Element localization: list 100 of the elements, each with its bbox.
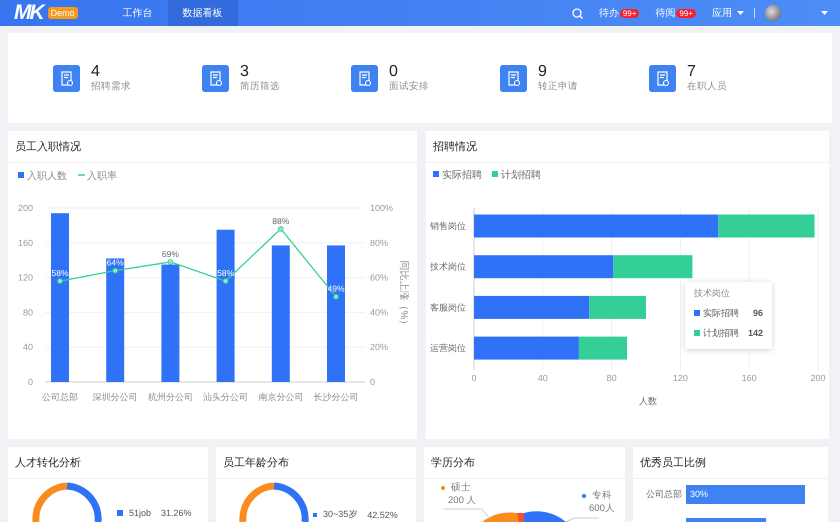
stat-label: 简历筛选 <box>240 80 280 92</box>
axis-category-label: 运营岗位 <box>430 343 466 354</box>
stat-label: 在职人员 <box>687 80 727 92</box>
axis-tick-label: 60% <box>370 272 388 283</box>
stat-value: 3 <box>240 64 250 80</box>
panel-title: 员工入职情况 <box>15 140 81 154</box>
data-point <box>278 226 284 232</box>
axis-title: 人数 <box>639 396 657 406</box>
axis-tick-label: 100% <box>370 203 394 213</box>
stat-value: 4 <box>91 64 101 80</box>
axis-category-label: 汕头分公司 <box>203 392 248 402</box>
tooltip-label: 计划招聘 <box>703 326 740 340</box>
pie-label: 硕士 <box>451 481 471 494</box>
data-label: 58% <box>217 268 234 278</box>
axis-tick-label: 0 <box>370 377 376 387</box>
panel-title: 人才转化分析 <box>15 456 81 470</box>
tooltip-label: 实际招聘 <box>703 306 740 320</box>
axis-category-label: 杭州分公司 <box>148 392 193 402</box>
axis-tick-label: 40 <box>538 373 548 383</box>
legend-label: 入职人数 <box>27 171 67 182</box>
legend-swatch <box>492 171 498 177</box>
clipboard-icon[interactable] <box>202 64 229 92</box>
data-point <box>168 259 174 265</box>
axis-category-label: 公司总部 <box>42 392 78 402</box>
apps-menu[interactable]: 应用 <box>712 6 732 20</box>
axis-tick-label: 40 <box>22 342 33 352</box>
legend-swatch <box>18 172 24 178</box>
data-point <box>222 278 228 284</box>
axis-category-label: 技术岗位 <box>430 262 466 272</box>
data-point <box>57 278 63 284</box>
tooltip-value: 142 <box>748 328 763 338</box>
panel-title: 招聘情况 <box>433 140 477 154</box>
tooltip-value: 96 <box>752 308 763 318</box>
bar: 30% <box>686 485 805 504</box>
axis-tick-label: 200 <box>18 203 33 213</box>
count-badge: 99+ <box>620 8 640 18</box>
legend-label: 计划招聘 <box>501 170 541 181</box>
axis-tick-label: 80 <box>22 307 33 318</box>
axis-category-label: 销售岗位 <box>430 221 466 231</box>
data-label: 58% <box>52 268 68 278</box>
count-badge: 99+ <box>676 8 696 18</box>
nav-tab[interactable]: 工作台 <box>108 0 168 26</box>
axis-category-label: 南京分公司 <box>258 392 304 402</box>
legend-label: 实际招聘 <box>442 170 482 181</box>
axis-tick-label: 40% <box>370 307 388 318</box>
pie-value: 600人 <box>589 502 615 515</box>
axis-tick-label: 160 <box>742 373 757 383</box>
demo-badge: Demo <box>48 7 78 19</box>
data-label: 69% <box>162 248 179 259</box>
axis-category-label: 长沙分公司 <box>314 392 358 402</box>
stat-label: 招聘需求 <box>91 80 131 92</box>
data-point <box>112 268 118 274</box>
avatar[interactable] <box>765 5 781 21</box>
notice-link[interactable]: 待办 <box>598 6 619 20</box>
legend-label: 30~35岁 <box>323 508 358 521</box>
search-icon[interactable] <box>572 8 583 18</box>
axis-tick-label: 0 <box>472 373 476 383</box>
axis-tick-label: 0 <box>28 377 33 387</box>
stat-label: 面试安排 <box>389 80 429 92</box>
pie-value: 200 人 <box>448 494 476 507</box>
data-label: 49% <box>328 284 344 294</box>
panel-title: 学历分布 <box>431 456 475 470</box>
axis-tick-label: 200 <box>810 373 826 383</box>
pie-label: 专科 <box>592 489 612 502</box>
stat-value: 7 <box>687 64 697 80</box>
data-point <box>333 294 339 300</box>
legend-value: 42.52% <box>367 510 398 520</box>
panel-title: 员工年龄分布 <box>223 456 289 470</box>
tooltip-title: 技术岗位 <box>694 287 731 300</box>
clipboard-icon[interactable] <box>500 64 527 92</box>
axis-category-label: 客服岗位 <box>430 302 466 312</box>
panel-title: 优秀员工比例 <box>640 456 706 470</box>
clipboard-icon[interactable] <box>53 64 80 92</box>
data-label: 64% <box>106 258 124 268</box>
leader-line <box>566 518 600 522</box>
stat-value: 0 <box>389 64 399 80</box>
legend-label: 51job <box>129 508 152 518</box>
caret-icon <box>737 11 744 15</box>
notice-link[interactable]: 待阅 <box>655 6 676 20</box>
axis-tick-label: 160 <box>18 238 33 248</box>
caret-icon[interactable] <box>821 11 828 15</box>
clipboard-icon[interactable] <box>649 64 676 92</box>
legend-label: 入职率 <box>87 171 117 182</box>
stat-label: 转正申请 <box>538 80 578 92</box>
axis-title: 同比上涨（%） <box>398 260 409 330</box>
axis-tick-label: 80% <box>370 238 388 248</box>
logo: MK <box>14 0 43 26</box>
bar-label: 公司总部 <box>645 488 682 501</box>
data-label: 88% <box>272 216 290 226</box>
leader-line <box>444 508 490 520</box>
axis-category-label: 深圳分公司 <box>92 392 138 402</box>
legend-swatch <box>433 171 439 177</box>
legend-value: 31.26% <box>161 508 192 518</box>
donut-chart-drawing <box>239 482 309 522</box>
donut-chart-drawing <box>32 482 102 522</box>
stat-value: 9 <box>538 64 548 80</box>
clipboard-icon[interactable] <box>351 64 378 92</box>
nav-tab[interactable]: 数据看板 <box>168 0 238 26</box>
axis-tick-label: 80 <box>606 373 617 383</box>
axis-tick-label: 120 <box>672 373 688 383</box>
